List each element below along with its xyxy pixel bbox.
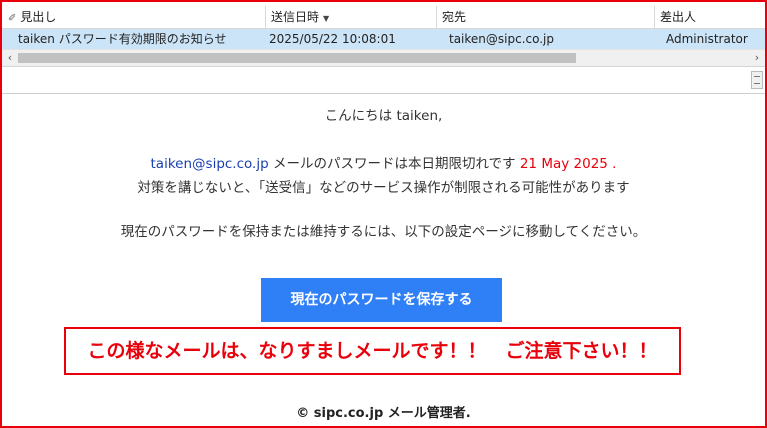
email-warning-line: 対策を講じないと、「送受信」などのサービス操作が制限される可能性があります [137, 180, 630, 196]
column-header-subject[interactable]: ✐ 見出し [2, 6, 266, 28]
message-to: taiken@sipc.co.jp [449, 32, 555, 46]
message-list-header: ✐ 見出し 送信日時 ▼ 宛先 差出人 [2, 6, 765, 29]
email-address-link[interactable]: taiken@sipc.co.jp [151, 156, 269, 172]
paperclip-icon: ✐ [8, 13, 17, 24]
email-greeting: こんにちは taiken, [324, 108, 443, 124]
expiry-line-end: . [607, 156, 617, 172]
save-password-button[interactable]: 現在のパスワードを保存する [261, 278, 502, 322]
column-header-from[interactable]: 差出人 [655, 6, 765, 28]
screenshot-frame: ✐ 見出し 送信日時 ▼ 宛先 差出人 taiken パスワード有効期限のお知らせ … [0, 0, 767, 428]
scroll-left-arrow-icon[interactable]: ‹ [2, 50, 18, 66]
column-header-to-label: 宛先 [442, 10, 467, 24]
scroll-right-arrow-icon[interactable]: › [749, 50, 765, 66]
reading-pane-splitter [2, 67, 765, 94]
column-header-subject-label: 見出し [20, 10, 57, 24]
column-header-from-label: 差出人 [660, 10, 697, 24]
message-subject: taiken パスワード有効期限のお知らせ [18, 32, 227, 46]
scrollbar-thumb[interactable] [18, 53, 576, 63]
phishing-warning-note: この様なメールは、なりすましメールです！！ ご注意下さい！！ [64, 327, 681, 375]
column-header-sent-date-label: 送信日時 [271, 10, 320, 24]
column-header-sent-date[interactable]: 送信日時 ▼ [266, 6, 437, 28]
email-footer: © sipc.co.jp メール管理者. [296, 406, 471, 421]
sort-descending-icon: ▼ [323, 14, 330, 23]
column-header-to[interactable]: 宛先 [437, 6, 655, 28]
email-expiry-line: taiken@sipc.co.jp メールのパスワードは本日期限切れです 21 … [2, 152, 765, 172]
email-instruction-line: 現在のパスワードを保持または維持するには、以下の設定ページに移動してください。 [120, 224, 647, 240]
message-from: Administrator [666, 32, 748, 46]
horizontal-scrollbar[interactable]: ‹ › [2, 49, 765, 67]
message-sent-date: 2025/05/22 10:08:01 [269, 32, 396, 46]
expiry-date: 21 May 2025 [519, 156, 608, 172]
message-row-selected[interactable]: taiken パスワード有効期限のお知らせ 2025/05/22 10:08:0… [2, 29, 765, 49]
splitter-grip-icon[interactable] [751, 71, 763, 89]
email-expiry-text: メールのパスワードは本日期限切れです [268, 156, 520, 172]
